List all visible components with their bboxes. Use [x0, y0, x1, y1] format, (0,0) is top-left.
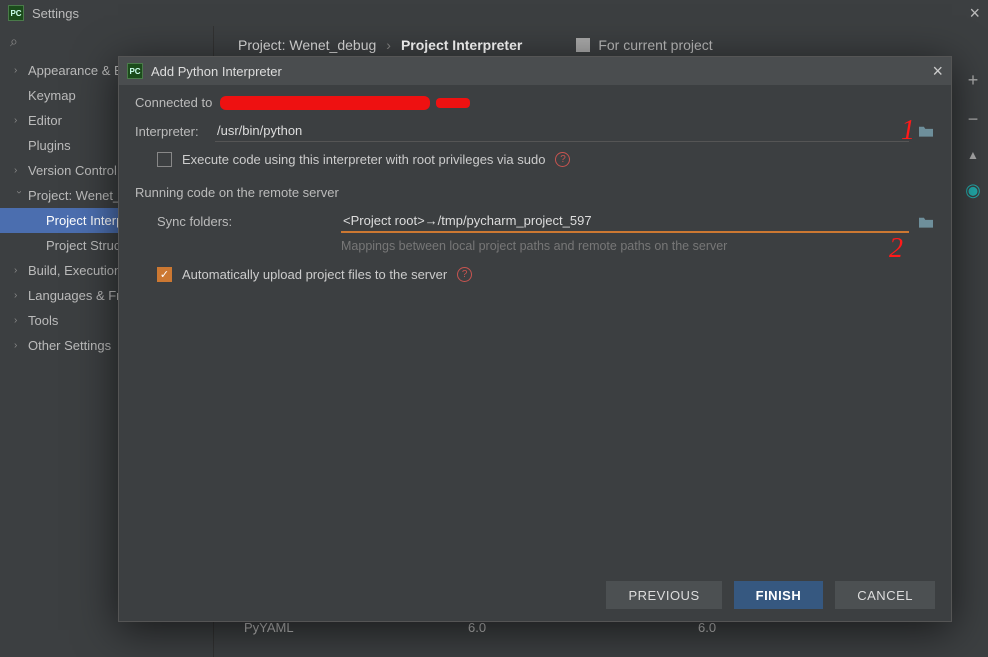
dialog-titlebar[interactable]: PC Add Python Interpreter ×: [119, 57, 951, 85]
sudo-checkbox[interactable]: [157, 152, 172, 167]
for-project-label: For current project: [598, 37, 712, 53]
interpreter-row: Interpreter: /usr/bin/python: [135, 120, 935, 142]
package-version: 6.0: [468, 620, 698, 635]
previous-button[interactable]: PREVIOUS: [606, 581, 721, 609]
connected-label: Connected to: [135, 95, 212, 110]
breadcrumb-page: Project Interpreter: [401, 37, 522, 53]
sudo-label: Execute code using this interpreter with…: [182, 152, 545, 167]
chevron-icon: ›: [14, 191, 25, 201]
remove-button[interactable]: −: [968, 109, 979, 130]
add-interpreter-dialog: PC Add Python Interpreter × Connected to…: [118, 56, 952, 622]
sudo-row: Execute code using this interpreter with…: [157, 152, 935, 167]
chevron-icon: ›: [14, 165, 24, 176]
auto-upload-row: ✓ Automatically upload project files to …: [157, 267, 935, 282]
chevron-icon: ›: [14, 315, 24, 326]
up-button[interactable]: ▲: [967, 148, 979, 162]
redacted-host: [220, 96, 430, 110]
settings-titlebar: PC Settings ×: [0, 0, 988, 26]
breadcrumb-project[interactable]: Project: Wenet_debug: [238, 37, 376, 53]
sidebar-item-label: Tools: [28, 313, 58, 328]
chevron-icon: ›: [14, 290, 24, 301]
show-button[interactable]: ◉: [965, 180, 981, 201]
sidebar-item-label: Version Control: [28, 163, 117, 178]
redacted-host-2: [436, 98, 470, 108]
browse-sync-icon[interactable]: [917, 215, 935, 229]
sidebar-item-label: Keymap: [28, 88, 76, 103]
dialog-close-icon[interactable]: ×: [932, 61, 943, 82]
chevron-icon: ›: [14, 65, 24, 76]
breadcrumb-sep: ›: [386, 37, 391, 53]
chevron-icon: ›: [14, 265, 24, 276]
auto-upload-label: Automatically upload project files to th…: [182, 267, 447, 282]
sidebar-search[interactable]: ⌕: [0, 26, 213, 56]
dialog-title: Add Python Interpreter: [151, 64, 282, 79]
sync-field[interactable]: <Project root>→/tmp/pycharm_project_597: [341, 210, 909, 233]
interpreter-label: Interpreter:: [135, 124, 215, 139]
sidebar-item-label: Editor: [28, 113, 62, 128]
remote-header: Running code on the remote server: [135, 185, 935, 200]
package-row[interactable]: PyYAML 6.0 6.0: [238, 620, 964, 635]
pycharm-icon: PC: [8, 5, 24, 21]
connected-row: Connected to: [135, 95, 935, 110]
project-badge-icon: [576, 38, 590, 52]
settings-title: Settings: [32, 6, 79, 21]
sudo-help-icon[interactable]: ?: [555, 152, 570, 167]
browse-interpreter-icon[interactable]: [917, 124, 935, 138]
chevron-icon: ›: [14, 340, 24, 351]
auto-upload-help-icon[interactable]: ?: [457, 267, 472, 282]
chevron-icon: ›: [14, 115, 24, 126]
auto-upload-checkbox[interactable]: ✓: [157, 267, 172, 282]
sync-row: Sync folders: <Project root>→/tmp/pychar…: [157, 210, 935, 233]
sidebar-item-label: Plugins: [28, 138, 71, 153]
search-icon: ⌕: [10, 33, 18, 50]
sync-hint: Mappings between local project paths and…: [341, 239, 935, 253]
pycharm-icon: PC: [127, 63, 143, 79]
cancel-button[interactable]: CANCEL: [835, 581, 935, 609]
add-button[interactable]: +: [968, 70, 979, 91]
interpreter-toolbar: + − ▲ ◉: [958, 26, 988, 226]
finish-button[interactable]: FINISH: [734, 581, 824, 609]
sidebar-item-label: Other Settings: [28, 338, 111, 353]
package-latest: 6.0: [698, 620, 716, 635]
package-name: PyYAML: [238, 620, 468, 635]
settings-close-icon[interactable]: ×: [969, 3, 980, 24]
sync-label: Sync folders:: [157, 214, 341, 229]
dialog-footer: PREVIOUS FINISH CANCEL: [119, 569, 951, 621]
interpreter-field[interactable]: /usr/bin/python: [215, 120, 909, 142]
